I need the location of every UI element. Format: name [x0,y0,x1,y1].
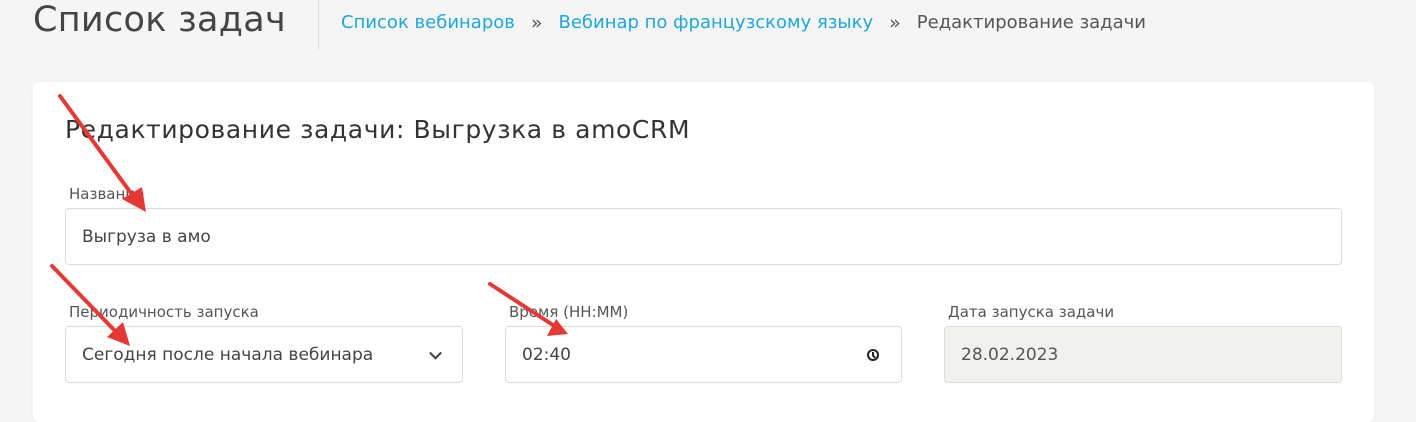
name-input[interactable]: Выгруза в амо [65,208,1342,265]
time-label: Время (HH:MM) [509,303,629,321]
breadcrumb-separator: » [889,12,901,34]
time-input[interactable]: 02:40 [505,326,902,383]
periodicity-select[interactable]: Сегодня после начала вебинара [65,326,463,383]
start-date-value: 28.02.2023 [961,344,1059,365]
breadcrumb-current: Редактирование задачи [916,12,1146,33]
periodicity-label: Периодичность запуска [69,303,259,321]
periodicity-select-value: Сегодня после начала вебинара [82,344,374,365]
start-date-label: Дата запуска задачи [948,303,1115,321]
start-date-field: 28.02.2023 [944,326,1342,383]
name-label: Название [69,185,145,203]
breadcrumb-separator: » [530,12,543,34]
name-input-value: Выгруза в амо [82,226,211,247]
breadcrumb-webinar-link[interactable]: Вебинар по французскому языку [559,11,874,35]
time-input-value: 02:40 [522,344,571,365]
breadcrumb: Список вебинаров » Вебинар по французско… [341,11,1146,35]
chevron-down-icon [429,346,442,360]
breadcrumb-webinars-link[interactable]: Список вебинаров [341,11,515,35]
header-divider [318,0,319,50]
form-title: Редактирование задачи: Выгрузка в amoCRM [65,115,691,144]
page-title: Список задач [33,0,286,40]
clock-icon[interactable] [867,348,879,361]
edit-task-card: Редактирование задачи: Выгрузка в amoCRM… [33,82,1374,422]
